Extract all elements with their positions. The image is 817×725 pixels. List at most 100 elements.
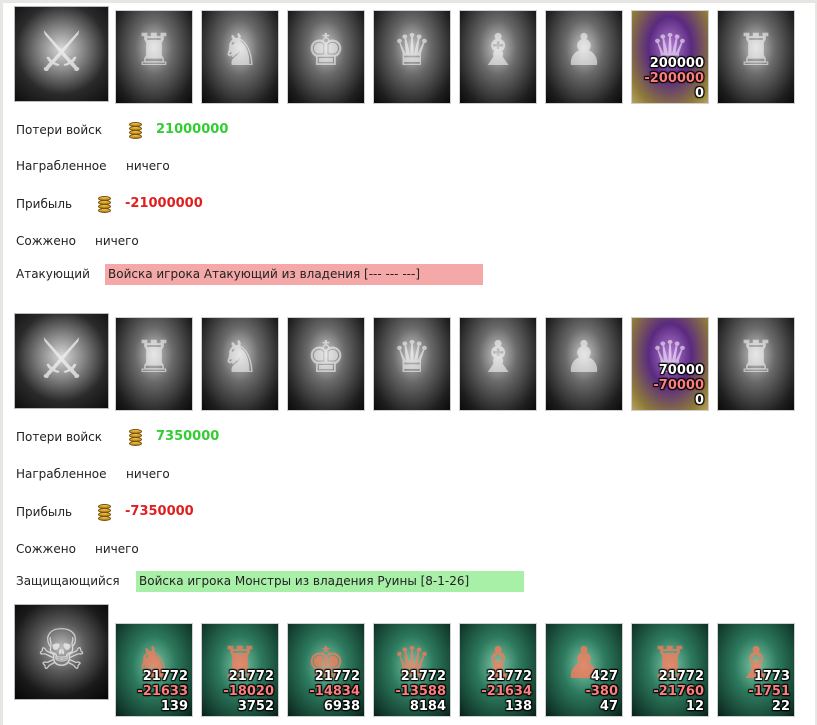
losses-value: 21000000 (156, 122, 229, 137)
attacker-army-row-1: ⚔ ♜ ♞ ♚ ♛ ♝ ♟ ♛ 200000 -200000 0 ♜ (14, 6, 804, 104)
unit-stats: 21772 -14834 6938 (309, 669, 360, 714)
unit-count: 3752 (237, 699, 274, 714)
burned-value: ничего (95, 542, 139, 556)
red-imp-icon: ♟ 427 -380 47 (545, 623, 623, 717)
unit-stats: 70000 -70000 0 (653, 363, 704, 408)
bone-claw-icon: ♝ 21772 -21634 138 (459, 623, 537, 717)
profit-label: Прибыль (16, 197, 73, 211)
unit-lost: -13588 (395, 684, 446, 699)
loot-line: Награбленное ничего (16, 155, 170, 177)
lizardman-icon: ♞ 21772 -21633 139 (115, 623, 193, 717)
griffin-icon: ♛ (373, 317, 451, 411)
loot-label: Награбленное (16, 159, 107, 173)
unit-lost: -21633 (137, 684, 188, 699)
losses-line: Потери войск 21000000 (16, 119, 228, 141)
unit-alive: 200000 (649, 56, 704, 71)
griffin-icon: ♛ (373, 10, 451, 104)
unit-count: 8184 (409, 699, 446, 714)
attacker-army-row-2: ⚔ ♜ ♞ ♚ ♛ ♝ ♟ ♛ 70000 -70000 0 ♜ (14, 313, 804, 411)
loot-line: Награбленное ничего (16, 463, 170, 485)
unit-count: 22 (771, 699, 790, 714)
profit-line: Прибыль -21000000 (16, 193, 203, 215)
burned-label: Сожжено (16, 542, 76, 556)
defender-label: Защищающийся (16, 574, 120, 588)
orc-warrior-icon: ♚ 21772 -14834 6938 (287, 623, 365, 717)
unit-alive: 21772 (228, 669, 274, 684)
unit-lost: -14834 (309, 684, 360, 699)
unit-stats: 21772 -18020 3752 (223, 669, 274, 714)
iron-golem-icon: ♜ 21772 -21760 12 (631, 623, 709, 717)
unit-lost: -1751 (748, 684, 790, 699)
gold-coins-icon (96, 194, 114, 216)
unit-alive: 21772 (314, 669, 360, 684)
purple-sorcerer-icon: ♛ 200000 -200000 0 (631, 10, 709, 104)
knight-icon: ♚ (287, 317, 365, 411)
gold-coins-icon (127, 427, 145, 449)
swordsman-icon: ♞ (201, 10, 279, 104)
unit-alive: 21772 (486, 669, 532, 684)
unit-count: 0 (694, 393, 704, 408)
loot-label: Награбленное (16, 467, 107, 481)
loot-value: ничего (126, 159, 170, 173)
battle-axe-emblem-icon: ⚔ (14, 6, 109, 102)
unit-lost: -200000 (644, 71, 704, 86)
red-demon-icon: ♛ 21772 -13588 8184 (373, 623, 451, 717)
archer-icon: ♝ (459, 10, 537, 104)
defender-banner: Войска игрока Монстры из владения Руины … (136, 571, 524, 592)
burned-label: Сожжено (16, 234, 76, 248)
swordsman-icon: ♞ (201, 317, 279, 411)
defender-army-row: ☠ ♞ 21772 -21633 139 ♜ 21772 -18020 3752… (14, 604, 804, 717)
unit-stats: 21772 -21634 138 (481, 669, 532, 714)
spider-knight-icon: ♜ (717, 317, 795, 411)
unit-stats: 21772 -21633 139 (137, 669, 188, 714)
unit-lost: -18020 (223, 684, 274, 699)
naga-icon: ♝ 1773 -1751 22 (717, 623, 795, 717)
unit-alive: 21772 (658, 669, 704, 684)
unit-count: 139 (160, 699, 188, 714)
unit-alive: 21772 (400, 669, 446, 684)
unit-count: 138 (504, 699, 532, 714)
burned-line: Сожжено ничего (16, 538, 139, 560)
losses-label: Потери войск (16, 123, 103, 137)
attacker-label: Атакующий (16, 267, 90, 281)
unit-lost: -21634 (481, 684, 532, 699)
archer-icon: ♝ (459, 317, 537, 411)
unit-count: 0 (694, 86, 704, 101)
gold-coins-icon (127, 120, 145, 142)
unit-count: 6938 (323, 699, 360, 714)
spider-knight-icon: ♜ (717, 10, 795, 104)
profit-value: -21000000 (125, 196, 203, 211)
window-frame-top (0, 0, 817, 3)
unit-stats: 21772 -21760 12 (653, 669, 704, 714)
unit-lost: -21760 (653, 684, 704, 699)
losses-label: Потери войск (16, 430, 103, 444)
battle-axe-emblem-icon: ⚔ (14, 313, 109, 409)
burned-line: Сожжено ничего (16, 230, 139, 252)
dark-mage-icon: ♟ (545, 10, 623, 104)
losses-value: 7350000 (156, 429, 220, 444)
unit-stats: 200000 -200000 0 (644, 56, 704, 101)
burned-value: ничего (95, 234, 139, 248)
gold-coins-icon (96, 502, 114, 524)
purple-sorcerer-icon: ♛ 70000 -70000 0 (631, 317, 709, 411)
unit-alive: 21772 (142, 669, 188, 684)
unit-count: 12 (685, 699, 704, 714)
profit-value: -7350000 (125, 504, 194, 519)
unit-lost: -70000 (653, 378, 704, 393)
unit-alive: 1773 (753, 669, 790, 684)
profit-line: Прибыль -7350000 (16, 501, 194, 523)
profit-label: Прибыль (16, 505, 73, 519)
golem-icon: ♜ (115, 317, 193, 411)
attacker-line: Атакующий (16, 263, 90, 285)
unit-alive: 70000 (658, 363, 704, 378)
unit-stats: 21772 -13588 8184 (395, 669, 446, 714)
defender-line: Защищающийся (16, 570, 120, 592)
dark-mage-icon: ♟ (545, 317, 623, 411)
unit-alive: 427 (590, 669, 618, 684)
loot-value: ничего (126, 467, 170, 481)
unit-count: 47 (599, 699, 618, 714)
attacker-banner: Войска игрока Атакующий из владения [---… (105, 264, 483, 285)
losses-line: Потери войск 7350000 (16, 426, 219, 448)
unit-stats: 1773 -1751 22 (748, 669, 790, 714)
demon-mask-icon: ☠ (14, 604, 109, 700)
